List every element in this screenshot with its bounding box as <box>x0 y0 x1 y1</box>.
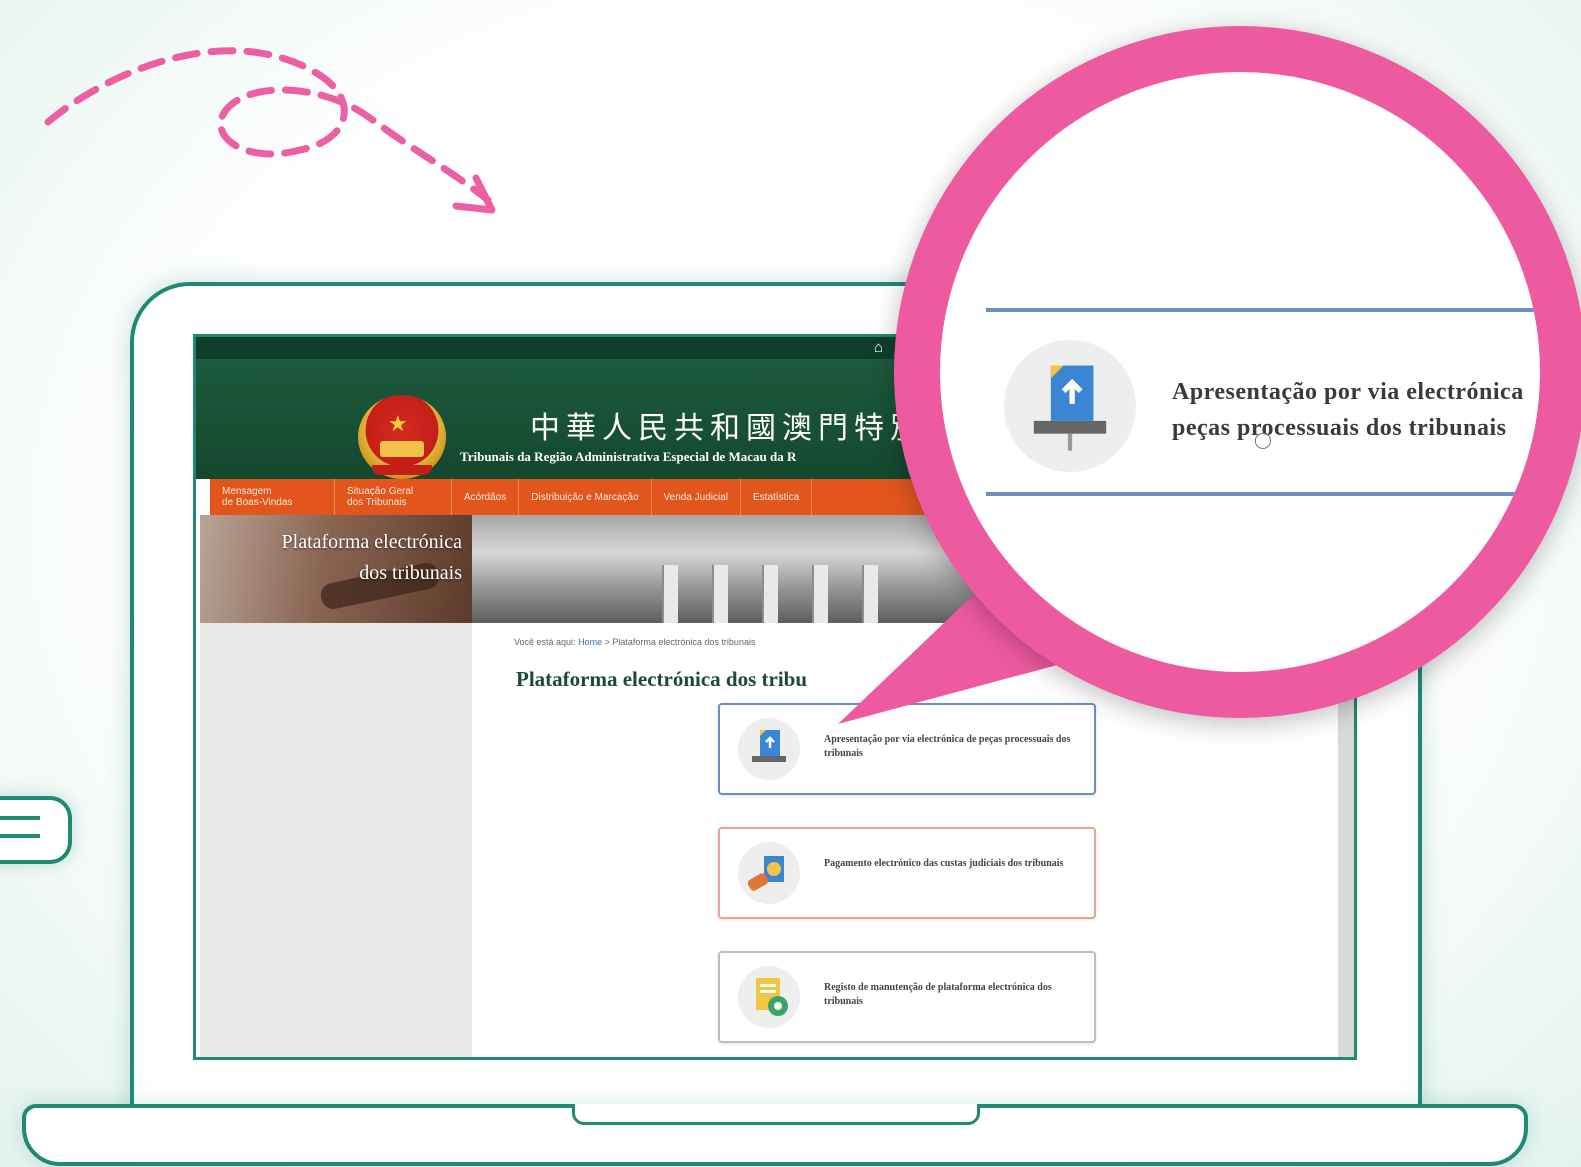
zoomed-label-line1: Apresentação por via electrónica <box>1172 379 1524 405</box>
mouse-cursor-icon: ◯ <box>1254 432 1272 449</box>
zoomed-label-line2: peças processuais dos tribunais <box>1172 415 1507 441</box>
zoom-card-border-bottom <box>986 492 1540 496</box>
zoom-card-border-top <box>986 308 1540 312</box>
magnifier-bubble: Apresentação por via electrónica peças p… <box>894 26 1581 718</box>
zoomed-service-label: Apresentação por via electrónica peças p… <box>1172 374 1524 446</box>
upload-document-icon <box>1004 340 1136 472</box>
